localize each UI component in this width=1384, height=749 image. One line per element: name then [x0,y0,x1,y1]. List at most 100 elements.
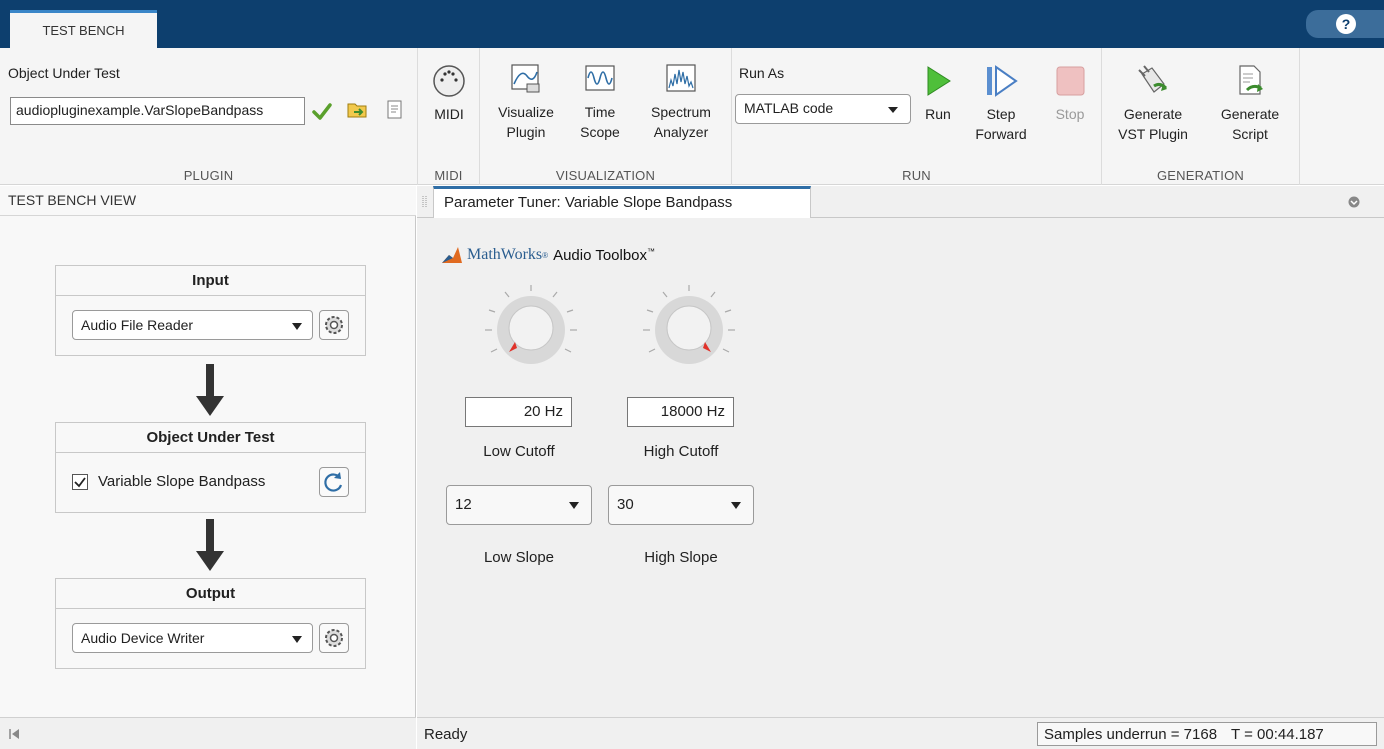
high-slope-label: High Slope [644,549,718,566]
generation-section: Generate VST Plugin Generate Script GENE… [1102,48,1300,185]
output-sink-dropdown[interactable]: Audio Device Writer [72,623,313,653]
time-scope-button[interactable]: Time Scope [574,62,626,142]
input-settings-button[interactable] [319,310,349,340]
input-source-value: Audio File Reader [81,317,194,333]
plugin-name-input[interactable]: audiopluginexample.VarSlopeBandpass [10,97,305,125]
low-cutoff-label: Low Cutoff [483,443,555,460]
step-label-1: Step [986,106,1016,122]
output-sink-value: Audio Device Writer [81,630,205,646]
test-bench-view-panel: TEST BENCH VIEW Input Audio File Reader … [0,186,416,717]
visualization-section: Visualize Plugin Time Scope Spectrum Ana… [480,48,732,185]
run-as-label: Run As [739,65,785,81]
object-reload-button[interactable] [319,467,349,497]
object-under-test-block-title: Object Under Test [56,423,365,453]
visualize-plugin-button[interactable]: Visualize Plugin [484,62,568,142]
generate-script-button[interactable]: Generate Script [1210,64,1290,144]
spectrum-label-2: Analyzer [653,124,709,140]
toolstrip: Object Under Test audiopluginexample.Var… [0,48,1384,226]
generate-vst-plugin-icon [1138,65,1168,93]
time-scope-label-2: Scope [580,124,620,140]
output-block-title: Output [56,579,365,609]
stop-icon [1056,66,1085,96]
step-label-2: Forward [975,126,1027,142]
tab-menu-chevron-icon[interactable] [1348,196,1360,208]
generate-script-icon [1239,65,1263,95]
checkmark-icon [74,476,86,487]
midi-button[interactable]: MIDI [424,64,474,124]
chevron-down-icon [888,107,898,113]
visualize-plugin-icon [511,64,540,93]
midi-button-label: MIDI [434,106,464,122]
validate-check-icon[interactable] [312,102,332,120]
generate-script-label-2: Script [1232,126,1268,142]
chevron-down-icon [292,636,302,643]
left-panel-footer [0,717,416,749]
app-window: TEST BENCH ? Object Under Test audioplug… [0,0,1384,749]
plugin-document-icon[interactable] [386,100,404,120]
plugin-section-title: PLUGIN [183,168,234,183]
high-cutoff-knob[interactable] [639,282,739,372]
output-block: Output Audio Device Writer [55,578,366,669]
high-slope-dropdown[interactable]: 30 [608,485,754,525]
chevron-down-icon [731,502,741,509]
help-icon: ? [1336,14,1356,34]
stop-button[interactable]: Stop [1048,64,1092,124]
logo-product: Audio Toolbox [553,246,648,264]
run-label: Run [925,106,951,122]
object-under-test-label: Object Under Test [8,65,120,81]
object-name-label: Variable Slope Bandpass [98,473,266,490]
drag-grip-icon[interactable] [422,195,428,209]
input-source-dropdown[interactable]: Audio File Reader [72,310,313,340]
logo-brand: MathWorks [467,246,543,263]
status-text: Ready [424,726,468,743]
midi-section: MIDI MIDI [418,48,480,185]
samples-underrun: Samples underrun = 7168 [1044,726,1218,743]
high-cutoff-value-field[interactable]: 18000 Hz [627,397,734,427]
tab-parameter-tuner[interactable]: Parameter Tuner: Variable Slope Bandpass [433,186,811,218]
high-cutoff-label: High Cutoff [643,443,719,460]
plugin-section: Object Under Test audiopluginexample.Var… [0,48,418,185]
spectrum-analyzer-button[interactable]: Spectrum Analyzer [636,62,726,142]
generate-script-label-1: Generate [1220,106,1280,122]
spectrum-analyzer-icon [666,64,696,92]
stop-label: Stop [1055,106,1085,122]
run-as-dropdown[interactable]: MATLAB code [735,94,911,124]
run-section-title: RUN [902,168,931,183]
open-folder-icon[interactable] [346,98,368,120]
mathworks-logo-icon [442,247,462,263]
run-play-icon [927,66,951,96]
input-block-title: Input [56,266,365,296]
parameter-tuner-content: MathWorks ® Audio Toolbox™ 20 Hz 18000 H… [417,218,1384,717]
run-button[interactable]: Run [918,64,958,124]
chevron-down-icon [292,323,302,330]
visualize-label-2: Plugin [506,124,546,140]
low-slope-dropdown[interactable]: 12 [446,485,592,525]
tab-bar: TEST BENCH ? [0,0,1384,48]
generation-section-title: GENERATION [1157,168,1244,183]
first-page-icon[interactable] [8,728,20,740]
output-settings-button[interactable] [319,623,349,653]
object-to-output-arrow [196,519,224,571]
input-to-object-arrow [196,364,224,416]
chevron-down-icon [569,502,579,509]
low-slope-value: 12 [455,496,472,513]
elapsed-time: T = 00:44.187 [1231,726,1324,743]
run-section: Run As MATLAB code Run Step Forward Stop… [732,48,1102,185]
document-tab-strip: Parameter Tuner: Variable Slope Bandpass [417,186,1384,218]
step-forward-button[interactable]: Step Forward [972,64,1030,144]
midi-icon [433,65,465,97]
low-cutoff-knob[interactable] [481,282,581,372]
tab-test-bench[interactable]: TEST BENCH [10,10,157,48]
low-cutoff-value-field[interactable]: 20 Hz [465,397,572,427]
visualize-label-1: Visualize [498,104,554,120]
help-button[interactable]: ? [1306,10,1384,38]
step-forward-icon [987,65,1018,97]
object-enable-checkbox[interactable] [72,473,88,490]
object-under-test-block: Object Under Test Variable Slope Bandpas… [55,422,366,513]
gear-icon [325,316,343,334]
generate-vst-button[interactable]: Generate VST Plugin [1110,64,1196,144]
generate-vst-label-2: VST Plugin [1118,126,1188,142]
generate-vst-label-1: Generate [1123,106,1183,122]
midi-section-title: MIDI [434,168,463,183]
gear-icon [325,629,343,647]
